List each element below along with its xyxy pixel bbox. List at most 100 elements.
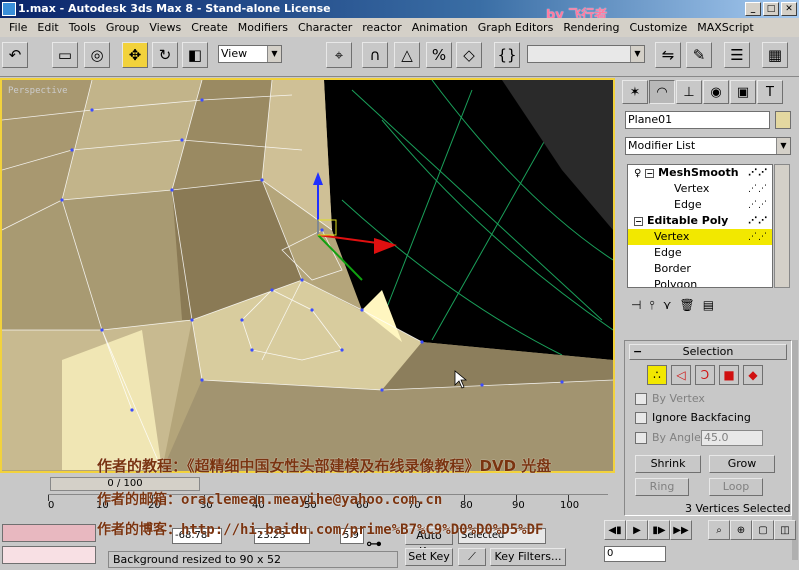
spinner-snap-icon[interactable]: ◇ xyxy=(456,42,482,68)
blog-watermark: 作者的博客：http://hi.baidu.com/prime%B7%C9%D0… xyxy=(97,522,544,538)
create-tab-icon[interactable]: ✶ xyxy=(622,80,648,104)
menu-file[interactable]: File xyxy=(4,21,32,34)
utilities-tab-icon[interactable]: T xyxy=(757,80,783,104)
object-name-field[interactable]: Plane01 xyxy=(625,111,770,129)
close-button[interactable]: ✕ xyxy=(781,2,797,16)
modify-tab-icon[interactable]: ◠ xyxy=(649,80,675,104)
make-unique-icon[interactable]: ⋎ xyxy=(663,298,672,312)
menu-maxscript[interactable]: MAXScript xyxy=(692,21,758,34)
viewport-label[interactable]: Perspective xyxy=(8,86,68,96)
menu-edit[interactable]: Edit xyxy=(32,21,63,34)
stack-scrollbar[interactable] xyxy=(774,164,790,288)
snap-toggle-icon[interactable]: ∩ xyxy=(362,42,388,68)
layer-manager-icon[interactable]: ☰ xyxy=(724,42,750,68)
selection-rollout-title[interactable]: − Selection xyxy=(629,344,787,360)
perspective-viewport[interactable]: Perspective xyxy=(0,78,615,473)
vertex-mode-icon[interactable]: ∴ xyxy=(647,365,667,385)
edge-mode-icon[interactable]: ◁ xyxy=(671,365,691,385)
next-frame-icon[interactable]: ▮▶ xyxy=(648,520,670,540)
menu-create[interactable]: Create xyxy=(186,21,233,34)
dots-icon: ⋰⋰ xyxy=(748,168,768,178)
menu-views[interactable]: Views xyxy=(144,21,186,34)
set-key-button[interactable]: Set Key xyxy=(405,548,453,566)
menu-modifiers[interactable]: Modifiers xyxy=(233,21,293,34)
stack-item-vertex-selected[interactable]: Vertex ⋰⋰ xyxy=(628,229,772,245)
pivot-icon[interactable]: ⌖ xyxy=(326,42,352,68)
move-icon[interactable]: ✥ xyxy=(122,42,148,68)
named-selection-icon[interactable]: {} xyxy=(494,42,520,68)
window-title: 1.max - Autodesk 3ds Max 8 - Stand-alone… xyxy=(18,2,331,15)
stack-item-meshsmooth[interactable]: ♀ − MeshSmooth ⋰⋰ xyxy=(628,165,772,181)
key-filters-button[interactable]: Key Filters... xyxy=(490,548,566,566)
menu-group[interactable]: Group xyxy=(101,21,145,34)
select-region-icon[interactable]: ◎ xyxy=(84,42,110,68)
stack-item-editable-poly[interactable]: − Editable Poly ⋰⋰ xyxy=(628,213,772,229)
hierarchy-tab-icon[interactable]: ⊥ xyxy=(676,80,702,104)
main-toolbar: ↶ ▭ ◎ ✥ ↻ ◧ View ▼ ⌖ ∩ △ % ◇ {} ▼ ⇋ ✎ ☰ … xyxy=(0,37,799,77)
grow-button[interactable]: Grow xyxy=(709,455,775,473)
chevron-down-icon: ▼ xyxy=(630,46,644,62)
modifier-stack[interactable]: ♀ − MeshSmooth ⋰⋰ Vertex ⋰⋰ Edge ⋰⋰ − Editab… xyxy=(627,164,773,288)
pin-stack-icon[interactable]: ⊣ xyxy=(631,298,641,312)
border-mode-icon[interactable]: Ɔ xyxy=(695,365,715,385)
maxscript-listener[interactable] xyxy=(2,524,96,542)
zoom-extents-all-icon[interactable]: ◫ xyxy=(774,520,796,540)
menu-customize[interactable]: Customize xyxy=(624,21,692,34)
tick-label: 90 xyxy=(512,500,525,511)
zoom-icon[interactable]: ⌕ xyxy=(708,520,730,540)
maxscript-mini-listener[interactable] xyxy=(2,546,96,564)
collapse-icon[interactable]: − xyxy=(645,168,655,178)
display-tab-icon[interactable]: ▣ xyxy=(730,80,756,104)
stack-item-edge[interactable]: Edge xyxy=(628,245,772,261)
current-frame-field[interactable]: 0 xyxy=(604,546,666,562)
ring-button[interactable]: Ring xyxy=(635,478,689,496)
named-selection-set-dropdown[interactable]: ▼ xyxy=(527,45,645,63)
lightbulb-icon[interactable]: ♀ xyxy=(634,168,641,179)
ignore-backfacing-checkbox[interactable] xyxy=(635,412,647,424)
element-mode-icon[interactable]: ◆ xyxy=(743,365,763,385)
loop-button[interactable]: Loop xyxy=(709,478,763,496)
by-angle-checkbox[interactable] xyxy=(635,432,647,444)
menu-character[interactable]: Character xyxy=(293,21,357,34)
stack-item-polygon[interactable]: Polygon xyxy=(628,277,772,287)
undo-icon[interactable]: ↶ xyxy=(2,42,28,68)
shrink-button[interactable]: Shrink xyxy=(635,455,701,473)
configure-sets-icon[interactable]: ▤ xyxy=(703,298,714,312)
motion-tab-icon[interactable]: ◉ xyxy=(703,80,729,104)
reference-coord-dropdown[interactable]: View ▼ xyxy=(218,45,282,63)
reference-coord-value: View xyxy=(221,47,248,60)
angle-snap-icon[interactable]: △ xyxy=(394,42,420,68)
show-end-result-icon[interactable]: ⫯ xyxy=(649,298,654,313)
stack-item-edge[interactable]: Edge ⋰⋰ xyxy=(628,197,772,213)
maximize-button[interactable]: □ xyxy=(763,2,779,16)
play-icon[interactable]: ▶ xyxy=(626,520,648,540)
default-tangent-icon[interactable]: ⟋ xyxy=(458,548,486,566)
menu-rendering[interactable]: Rendering xyxy=(558,21,624,34)
stack-item-vertex[interactable]: Vertex ⋰⋰ xyxy=(628,181,772,197)
remove-modifier-icon[interactable]: 🗑 xyxy=(679,298,694,312)
zoom-all-icon[interactable]: ⊕ xyxy=(730,520,752,540)
zoom-extents-icon[interactable]: ▢ xyxy=(752,520,774,540)
select-object-icon[interactable]: ▭ xyxy=(52,42,78,68)
align-icon[interactable]: ✎ xyxy=(686,42,712,68)
percent-snap-icon[interactable]: % xyxy=(426,42,452,68)
object-color-swatch[interactable] xyxy=(775,111,791,129)
schematic-view-icon[interactable]: ▦ xyxy=(762,42,788,68)
polygon-mode-icon[interactable]: ■ xyxy=(719,365,739,385)
minimize-button[interactable]: _ xyxy=(745,2,761,16)
menu-tools[interactable]: Tools xyxy=(64,21,101,34)
previous-frame-icon[interactable]: ◀▮ xyxy=(604,520,626,540)
last-frame-icon[interactable]: ▶▶ xyxy=(670,520,692,540)
rotate-icon[interactable]: ↻ xyxy=(152,42,178,68)
menu-reactor[interactable]: reactor xyxy=(357,21,406,34)
by-vertex-checkbox[interactable] xyxy=(635,393,647,405)
menu-animation[interactable]: Animation xyxy=(407,21,473,34)
mirror-icon[interactable]: ⇋ xyxy=(655,42,681,68)
modifier-list-dropdown[interactable]: Modifier List ▼ xyxy=(625,137,791,155)
scale-icon[interactable]: ◧ xyxy=(182,42,208,68)
menu-graph-editors[interactable]: Graph Editors xyxy=(473,21,559,34)
angle-spinner[interactable]: 45.0 xyxy=(701,430,763,446)
tutorial-watermark: 作者的教程：《超精细中国女性头部建模及布线录像教程》DVD 光盘 xyxy=(97,457,552,475)
collapse-icon[interactable]: − xyxy=(634,216,643,226)
stack-item-border[interactable]: Border xyxy=(628,261,772,277)
